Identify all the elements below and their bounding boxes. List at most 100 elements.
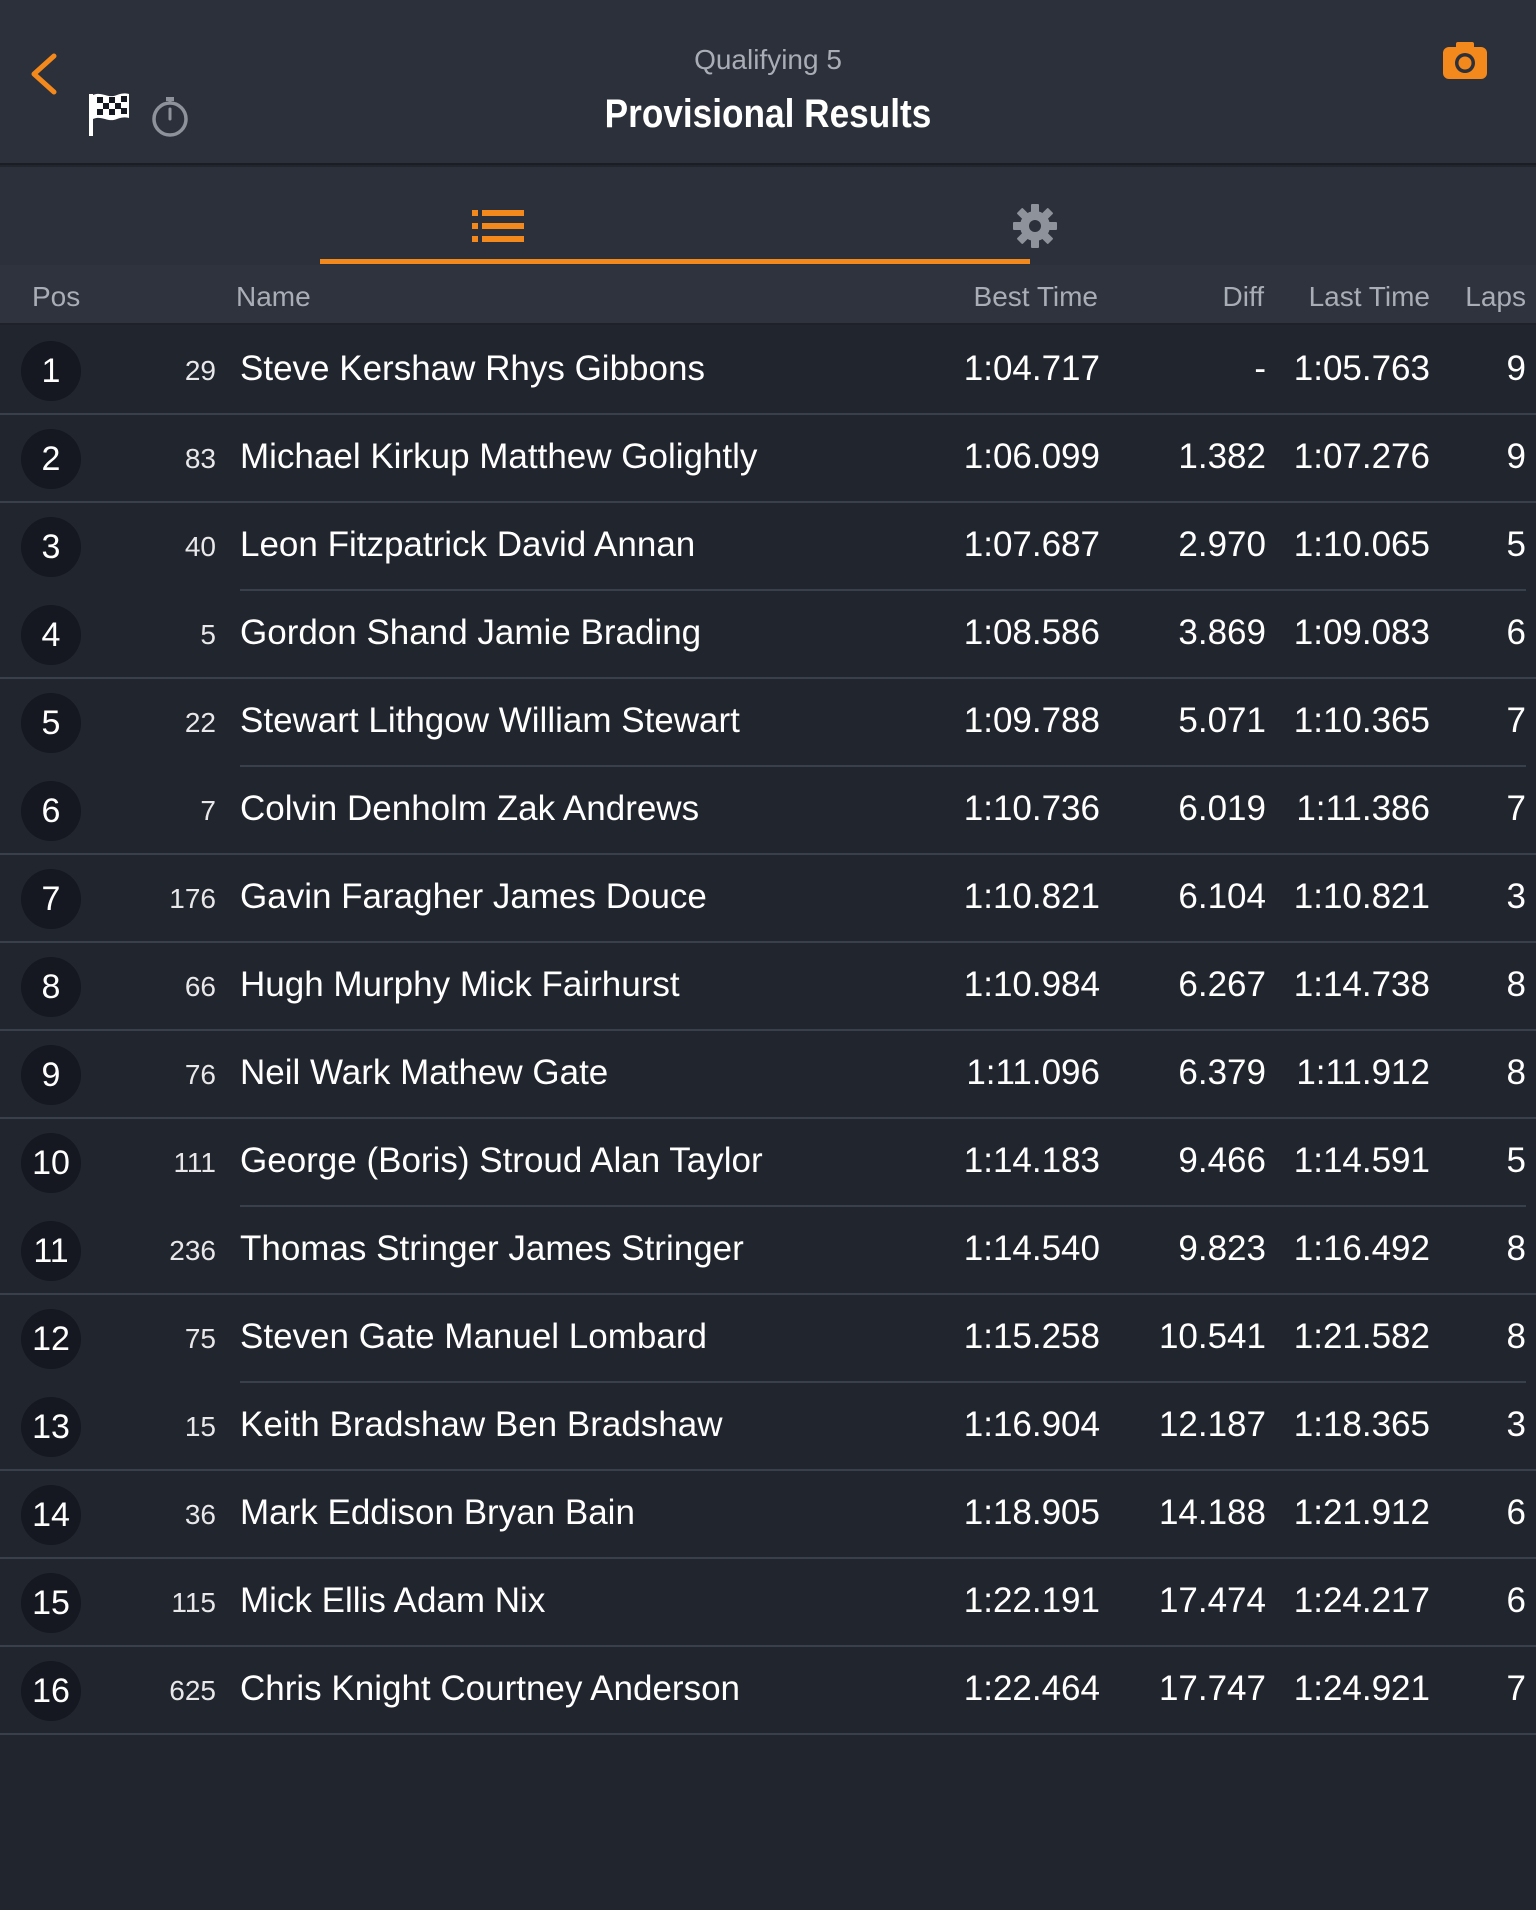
table-row[interactable]: 12 75 Steven Gate Manuel Lombard 1:15.258 10…	[0, 1295, 1536, 1383]
last-time: 1:10.821	[1293, 877, 1430, 916]
last-time: 1:16.492	[1293, 1229, 1430, 1268]
position-badge: 11	[21, 1221, 81, 1281]
column-header-best-time[interactable]: Best Time	[974, 281, 1098, 313]
time-diff: 2.970	[1178, 525, 1266, 564]
time-diff: 17.474	[1158, 1581, 1266, 1620]
best-time: 1:08.586	[963, 613, 1100, 652]
time-diff: 9.823	[1178, 1229, 1266, 1268]
car-number: 66	[184, 971, 216, 1002]
best-time: 1:06.099	[963, 437, 1100, 476]
best-time: 1:10.984	[963, 965, 1100, 1004]
position-badge: 14	[21, 1485, 81, 1545]
gear-icon[interactable]	[1012, 203, 1058, 249]
position-badge: 3	[21, 517, 81, 577]
position-badge: 13	[21, 1397, 81, 1457]
position-badge: 12	[21, 1309, 81, 1369]
laps-count: 6	[1506, 1493, 1526, 1532]
column-header-laps[interactable]: Laps	[1465, 281, 1526, 313]
column-header-pos[interactable]: Pos	[32, 281, 80, 313]
time-diff: 12.187	[1158, 1405, 1266, 1444]
car-number: 40	[184, 531, 216, 562]
best-time: 1:04.717	[963, 349, 1100, 388]
table-row[interactable]: 16 625 Chris Knight Courtney Anderson 1:22.…	[0, 1647, 1536, 1735]
laps-count: 8	[1506, 1229, 1526, 1268]
laps-count: 7	[1506, 789, 1526, 828]
best-time: 1:22.464	[963, 1669, 1100, 1708]
driver-names: Steven Gate Manuel Lombard	[240, 1317, 707, 1356]
table-row[interactable]: 6 7 Colvin Denholm Zak Andrews 1:10.736 6.01…	[0, 767, 1536, 855]
last-time: 1:11.386	[1296, 789, 1430, 828]
tab-results-list[interactable]	[320, 167, 1030, 265]
laps-count: 9	[1506, 437, 1526, 476]
last-time: 1:24.921	[1293, 1669, 1430, 1708]
best-time: 1:10.821	[963, 877, 1100, 916]
car-number: 22	[184, 707, 216, 738]
car-number: 7	[200, 795, 216, 826]
table-row[interactable]: 11 236 Thomas Stringer James Stringer 1:14.…	[0, 1207, 1536, 1295]
table-row[interactable]: 7 176 Gavin Faragher James Douce 1:10.821 6.…	[0, 855, 1536, 943]
driver-names: Thomas Stringer James Stringer	[240, 1229, 744, 1268]
best-time: 1:18.905	[963, 1493, 1100, 1532]
position-badge: 9	[21, 1045, 81, 1105]
time-diff: 14.188	[1158, 1493, 1266, 1532]
active-tab-indicator	[320, 259, 1030, 264]
laps-count: 8	[1506, 1317, 1526, 1356]
car-number: 236	[169, 1235, 216, 1266]
table-row[interactable]: 9 76 Neil Wark Mathew Gate 1:11.096 6.379 1:1…	[0, 1031, 1536, 1119]
last-time: 1:11.912	[1296, 1053, 1430, 1092]
driver-names: Steve Kershaw Rhys Gibbons	[240, 349, 705, 388]
driver-names: Colvin Denholm Zak Andrews	[240, 789, 700, 828]
list-icon[interactable]	[472, 209, 524, 243]
car-number: 83	[184, 443, 216, 474]
time-diff: 6.267	[1178, 965, 1266, 1004]
table-row[interactable]: 2 83 Michael Kirkup Matthew Golightly 1:06.…	[0, 415, 1536, 503]
table-row[interactable]: 15 115 Mick Ellis Adam Nix 1:22.191 17.474 1:…	[0, 1559, 1536, 1647]
column-header-name[interactable]: Name	[236, 281, 311, 313]
driver-names: Mick Ellis Adam Nix	[240, 1581, 546, 1620]
position-badge: 1	[21, 341, 81, 401]
driver-names: Hugh Murphy Mick Fairhurst	[240, 965, 680, 1004]
table-row[interactable]: 14 36 Mark Eddison Bryan Bain 1:18.905 14.18…	[0, 1471, 1536, 1559]
session-subtitle: Qualifying 5	[694, 44, 842, 75]
time-diff: 5.071	[1178, 701, 1266, 740]
driver-names: George (Boris) Stroud Alan Taylor	[240, 1141, 763, 1180]
best-time: 1:11.096	[966, 1053, 1100, 1092]
laps-count: 5	[1506, 1141, 1526, 1180]
last-time: 1:21.582	[1293, 1317, 1430, 1356]
car-number: 115	[171, 1587, 216, 1618]
position-badge: 2	[21, 429, 81, 489]
time-diff: 6.379	[1178, 1053, 1266, 1092]
car-number: 36	[184, 1499, 216, 1530]
table-row[interactable]: 4 5 Gordon Shand Jamie Brading 1:08.586 3.86…	[0, 591, 1536, 679]
position-badge: 4	[21, 605, 81, 665]
column-header-last-time[interactable]: Last Time	[1309, 281, 1430, 313]
table-row[interactable]: 1 29 Steve Kershaw Rhys Gibbons 1:04.717 -1:…	[0, 327, 1536, 415]
car-number: 625	[169, 1675, 216, 1706]
time-diff: 9.466	[1178, 1141, 1266, 1180]
car-number: 76	[184, 1059, 216, 1090]
position-badge: 6	[21, 781, 81, 841]
position-badge: 16	[21, 1661, 81, 1721]
car-number: 5	[200, 619, 216, 650]
laps-count: 6	[1506, 613, 1526, 652]
time-diff: 3.869	[1178, 613, 1266, 652]
table-row[interactable]: 5 22 Stewart Lithgow William Stewart 1:09.7…	[0, 679, 1536, 767]
results-screen: Qualifying 5 Provisional Results Pos Nam…	[0, 0, 1536, 1910]
camera-icon[interactable]	[1440, 38, 1490, 84]
laps-count: 8	[1506, 965, 1526, 1004]
table-row[interactable]: 8 66 Hugh Murphy Mick Fairhurst 1:10.984 6.2…	[0, 943, 1536, 1031]
driver-names: Stewart Lithgow William Stewart	[240, 701, 740, 740]
car-number: 15	[184, 1411, 216, 1442]
empty-area	[0, 1735, 1536, 1910]
laps-count: 5	[1506, 525, 1526, 564]
last-time: 1:07.276	[1293, 437, 1430, 476]
table-row[interactable]: 13 15 Keith Bradshaw Ben Bradshaw 1:16.904 1…	[0, 1383, 1536, 1471]
driver-names: Keith Bradshaw Ben Bradshaw	[240, 1405, 723, 1444]
table-header: Pos Name Best Time Diff Last Time Laps	[0, 265, 1536, 325]
table-row[interactable]: 10 111 George (Boris) Stroud Alan Taylor 1:…	[0, 1119, 1536, 1207]
table-row[interactable]: 3 40 Leon Fitzpatrick David Annan 1:07.687 2…	[0, 503, 1536, 591]
column-header-diff[interactable]: Diff	[1223, 281, 1265, 313]
time-diff: 1.382	[1178, 437, 1266, 476]
laps-count: 7	[1506, 701, 1526, 740]
laps-count: 3	[1506, 877, 1526, 916]
